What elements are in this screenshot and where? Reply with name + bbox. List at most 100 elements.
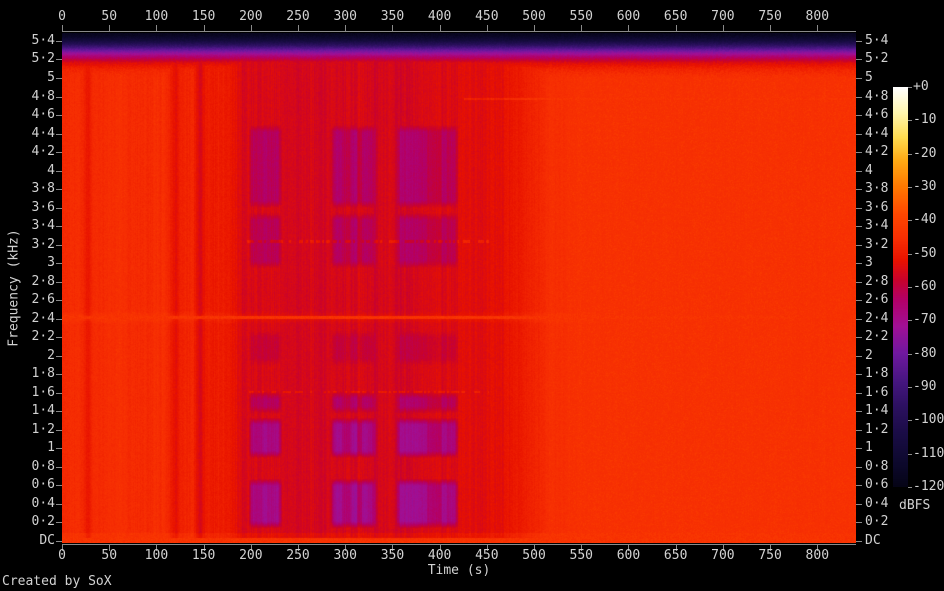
time-tick-label-top: 600 (617, 10, 640, 24)
freq-tick-label-left: 3·8 (0, 182, 55, 196)
freq-tick-label-left: 1·8 (0, 367, 55, 381)
time-tick-label-bottom: 250 (286, 549, 309, 563)
time-tick-label-bottom: 50 (101, 549, 117, 563)
freq-tick-label-right: 0·4 (865, 497, 888, 511)
colorbar-tick-label: -80 (913, 347, 936, 361)
freq-tick-label-right: 3·2 (865, 238, 888, 252)
colorbar-gradient (893, 87, 908, 487)
colorbar-tick-label: -30 (913, 180, 936, 194)
freq-tick-label-right: 3 (865, 256, 873, 270)
freq-tick-label-right: 3·6 (865, 201, 888, 215)
freq-tick-label-left: 0·6 (0, 478, 55, 492)
freq-tick-label-left: 1·2 (0, 423, 55, 437)
freq-tick-label-right: 5·2 (865, 52, 888, 66)
time-tick-label-top: 500 (522, 10, 545, 24)
freq-tick-label-left: 0·4 (0, 497, 55, 511)
time-tick-label-bottom: 500 (522, 549, 545, 563)
freq-tick-right (856, 393, 862, 394)
time-tick-top (817, 25, 818, 31)
freq-tick-right (856, 504, 862, 505)
freq-tick-label-left: 1·4 (0, 404, 55, 418)
freq-tick-label-left: 3·6 (0, 201, 55, 215)
time-tick-label-top: 150 (192, 10, 215, 24)
time-tick-label-bottom: 450 (475, 549, 498, 563)
freq-tick-label-right: 4·4 (865, 127, 888, 141)
freq-tick-left (56, 374, 62, 375)
freq-tick-left (56, 263, 62, 264)
time-tick-top (487, 25, 488, 31)
freq-tick-right (856, 430, 862, 431)
time-tick-top (534, 25, 535, 31)
freq-tick-label-left: 4·2 (0, 145, 55, 159)
freq-tick-label-right: 4·8 (865, 90, 888, 104)
freq-tick-left (56, 522, 62, 523)
freq-tick-label-left: 5·4 (0, 34, 55, 48)
freq-tick-left (56, 319, 62, 320)
freq-tick-label-left: 0·2 (0, 515, 55, 529)
freq-tick-label-right: 4·6 (865, 108, 888, 122)
freq-tick-right (856, 41, 862, 42)
y-axis-title: Frequency (kHz) (7, 229, 22, 346)
spectrogram-heatmap (62, 33, 856, 543)
colorbar-tick (908, 220, 912, 221)
colorbar-tick-label: -120 (913, 480, 944, 494)
freq-tick-left (56, 41, 62, 42)
freq-tick-left (56, 504, 62, 505)
freq-tick-right (856, 374, 862, 375)
time-tick-label-bottom: 0 (58, 549, 66, 563)
freq-tick-left (56, 171, 62, 172)
colorbar-tick (908, 320, 912, 321)
freq-tick-left (56, 134, 62, 135)
time-tick-top (109, 25, 110, 31)
time-tick-label-bottom: 600 (617, 549, 640, 563)
freq-tick-label-left: 4·6 (0, 108, 55, 122)
colorbar-tick-label: -60 (913, 280, 936, 294)
freq-tick-right (856, 115, 862, 116)
freq-tick-right (856, 78, 862, 79)
time-tick-label-top: 700 (711, 10, 734, 24)
freq-tick-label-right: 0·6 (865, 478, 888, 492)
time-tick-top (392, 25, 393, 31)
freq-tick-right (856, 263, 862, 264)
freq-tick-right (856, 448, 862, 449)
time-tick-label-bottom: 700 (711, 549, 734, 563)
freq-tick-right (856, 245, 862, 246)
colorbar-tick-label: +0 (913, 80, 929, 94)
bottom-axis-line (62, 544, 856, 545)
time-tick-top (440, 25, 441, 31)
freq-tick-label-right: 2 (865, 349, 873, 363)
freq-tick-label-right: 3·8 (865, 182, 888, 196)
freq-tick-label-left: DC (0, 534, 55, 548)
colorbar-tick (908, 187, 912, 188)
freq-tick-right (856, 411, 862, 412)
time-tick-label-top: 750 (758, 10, 781, 24)
freq-tick-label-left: 2 (0, 349, 55, 363)
colorbar-tick (908, 120, 912, 121)
freq-tick-left (56, 430, 62, 431)
freq-tick-left (56, 115, 62, 116)
time-tick-top (156, 25, 157, 31)
colorbar-tick-label: -20 (913, 147, 936, 161)
freq-tick-left (56, 97, 62, 98)
time-tick-top (723, 25, 724, 31)
time-tick-label-bottom: 200 (239, 549, 262, 563)
freq-tick-left (56, 393, 62, 394)
freq-tick-right (856, 226, 862, 227)
time-tick-label-top: 300 (333, 10, 356, 24)
freq-tick-label-left: 1 (0, 441, 55, 455)
time-tick-label-bottom: 150 (192, 549, 215, 563)
time-tick-label-bottom: 300 (333, 549, 356, 563)
top-axis-line (62, 31, 856, 32)
freq-tick-label-right: 5·4 (865, 34, 888, 48)
colorbar-tick (908, 454, 912, 455)
freq-tick-left (56, 300, 62, 301)
freq-tick-right (856, 282, 862, 283)
freq-tick-left (56, 78, 62, 79)
freq-tick-label-right: DC (865, 534, 881, 548)
freq-tick-left (56, 337, 62, 338)
time-tick-label-top: 450 (475, 10, 498, 24)
time-tick-top (581, 25, 582, 31)
colorbar-tick (908, 387, 912, 388)
time-tick-label-top: 100 (145, 10, 168, 24)
time-tick-label-bottom: 750 (758, 549, 781, 563)
